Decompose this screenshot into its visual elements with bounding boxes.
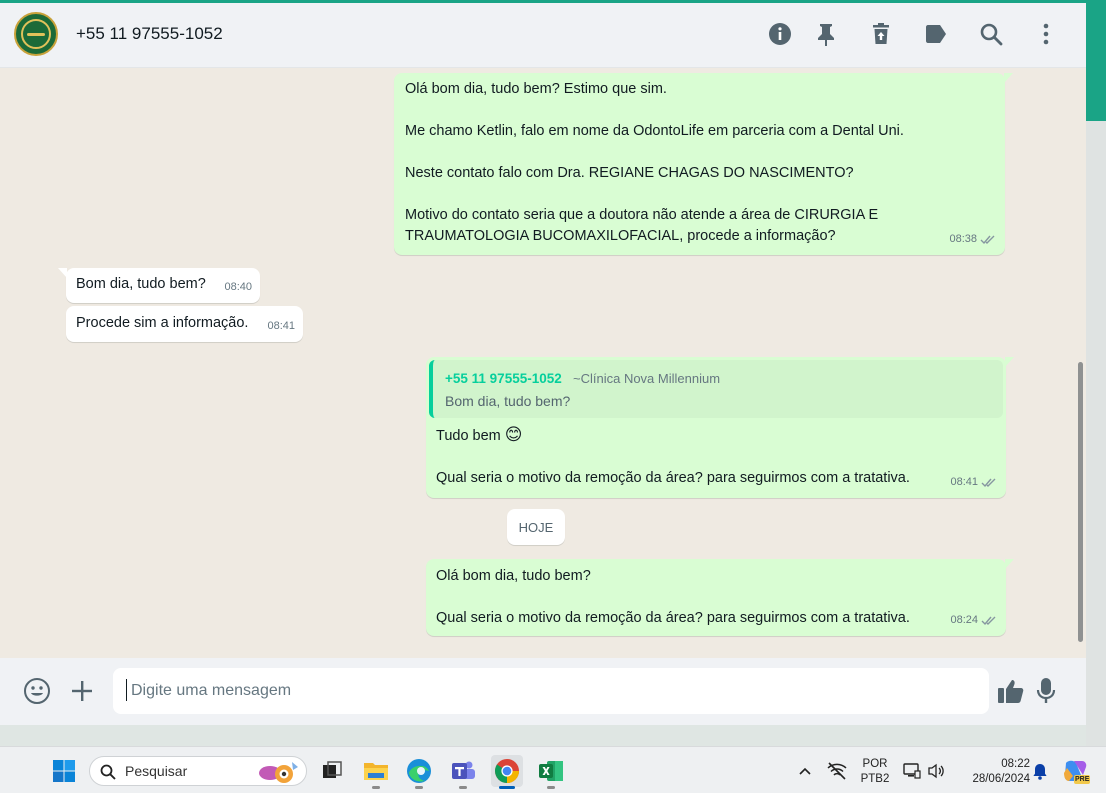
network-offline-icon[interactable] xyxy=(824,755,850,787)
chat-scrollbar[interactable] xyxy=(1078,362,1083,642)
chrome-icon[interactable] xyxy=(491,755,523,789)
quoted-message[interactable]: +55 11 97555-1052 ~Clínica Nova Millenni… xyxy=(429,360,1003,418)
copilot-badge: PRE xyxy=(1074,775,1091,784)
message-input[interactable] xyxy=(113,668,989,714)
label-icon[interactable] xyxy=(923,21,949,47)
date-divider: HOJE xyxy=(507,509,565,545)
menu-icon[interactable] xyxy=(1033,21,1059,47)
chevron-up-icon[interactable] xyxy=(794,755,816,787)
double-check-icon xyxy=(981,478,996,488)
clock-date: 28/06/2024 xyxy=(972,773,1030,785)
quote-alias: ~Clínica Nova Millennium xyxy=(573,371,721,386)
taskbar-search-label: Pesquisar xyxy=(125,763,188,779)
taskbar-search[interactable]: Pesquisar xyxy=(89,756,307,786)
taskbar: Pesquisar POR PTB2 08:22 28/06/2024 PRE xyxy=(0,746,1106,793)
message-time: 08:24 xyxy=(950,614,978,626)
message-text: Olá bom dia, tudo bem? xyxy=(436,568,591,584)
message-text: TRAUMATOLOGIA BUCOMAXILOFACIAL, procede … xyxy=(405,228,836,244)
text-caret xyxy=(126,679,127,701)
window-right-edge xyxy=(1086,3,1106,746)
double-check-icon xyxy=(980,235,995,245)
windows-start-icon[interactable] xyxy=(48,755,80,787)
message-meta: 08:38 xyxy=(949,229,997,250)
edge-browser-icon[interactable] xyxy=(403,755,435,789)
message-text: Me chamo Ketlin, falo em nome da OdontoL… xyxy=(405,123,904,139)
message-meta: 08:40 xyxy=(224,277,252,298)
message-time: 08:40 xyxy=(224,281,252,293)
info-icon[interactable] xyxy=(767,21,793,47)
chat-header: +55 11 97555-1052 xyxy=(0,3,1086,68)
message-text: Olá bom dia, tudo bem? Estimo que sim. xyxy=(405,81,667,97)
pin-icon[interactable] xyxy=(813,21,839,47)
display-icon[interactable] xyxy=(901,755,923,787)
emoji-icon[interactable] xyxy=(22,676,52,706)
message-time: 08:41 xyxy=(267,320,295,332)
keyboard-layout: PTB2 xyxy=(860,773,890,785)
notification-bell-icon[interactable] xyxy=(1030,755,1050,787)
microphone-icon[interactable] xyxy=(1031,676,1061,706)
thumbs-up-icon[interactable] xyxy=(996,676,1026,706)
language-code: POR xyxy=(862,758,888,770)
copilot-icon[interactable]: PRE xyxy=(1060,755,1091,787)
window-bottom-gap xyxy=(0,725,1086,746)
message-text: Qual seria o motivo da remoção da área? … xyxy=(436,610,910,626)
message-outgoing[interactable]: Olá bom dia, tudo bem? Qual seria o moti… xyxy=(426,559,1014,636)
message-composer xyxy=(0,658,1086,725)
avatar[interactable] xyxy=(14,12,58,56)
message-text: Tudo bem xyxy=(436,428,501,444)
clock[interactable]: 08:22 28/06/2024 xyxy=(956,757,1030,787)
quote-text: Bom dia, tudo bem? xyxy=(445,393,571,409)
double-check-icon xyxy=(981,616,996,626)
message-outgoing[interactable]: Olá bom dia, tudo bem? Estimo que sim. M… xyxy=(394,73,1013,255)
message-time: 08:41 xyxy=(950,476,978,488)
message-meta: 08:41 xyxy=(267,316,295,337)
input-language[interactable]: POR PTB2 xyxy=(858,757,892,787)
message-text: Bom dia, tudo bem? xyxy=(76,276,206,292)
message-outgoing-reply[interactable]: +55 11 97555-1052 ~Clínica Nova Millenni… xyxy=(426,357,1014,498)
smile-emoji: 😊 xyxy=(504,425,523,444)
message-text: Qual seria o motivo da remoção da área? … xyxy=(436,470,910,486)
message-meta: 08:24 xyxy=(950,610,998,631)
file-explorer-icon[interactable] xyxy=(360,755,392,789)
delete-icon[interactable] xyxy=(868,21,894,47)
teams-icon[interactable] xyxy=(447,755,479,789)
chat-panel[interactable]: Olá bom dia, tudo bem? Estimo que sim. M… xyxy=(0,68,1086,658)
message-incoming[interactable]: Bom dia, tudo bem? 08:40 xyxy=(58,268,260,303)
task-view-icon[interactable] xyxy=(316,755,348,787)
contact-name[interactable]: +55 11 97555-1052 xyxy=(76,24,223,44)
message-text: Neste contato falo com Dra. REGIANE CHAG… xyxy=(405,165,854,181)
attach-plus-icon[interactable] xyxy=(67,676,97,706)
whatsapp-window: +55 11 97555-1052 Olá bom dia, tudo bem?… xyxy=(0,0,1106,746)
message-text: Motivo do contato seria que a doutora nã… xyxy=(405,207,879,223)
search-icon xyxy=(100,764,116,780)
message-meta: 08:41 xyxy=(950,472,998,493)
clock-time: 08:22 xyxy=(1001,758,1030,770)
volume-icon[interactable] xyxy=(925,755,947,787)
message-time: 08:38 xyxy=(949,233,977,245)
excel-icon[interactable] xyxy=(535,755,567,789)
message-incoming[interactable]: Procede sim a informação. 08:41 xyxy=(66,306,303,342)
search-icon[interactable] xyxy=(978,21,1004,47)
quote-author: +55 11 97555-1052 xyxy=(445,371,562,386)
search-highlight-icon xyxy=(259,762,298,783)
message-text: Procede sim a informação. xyxy=(76,315,249,331)
